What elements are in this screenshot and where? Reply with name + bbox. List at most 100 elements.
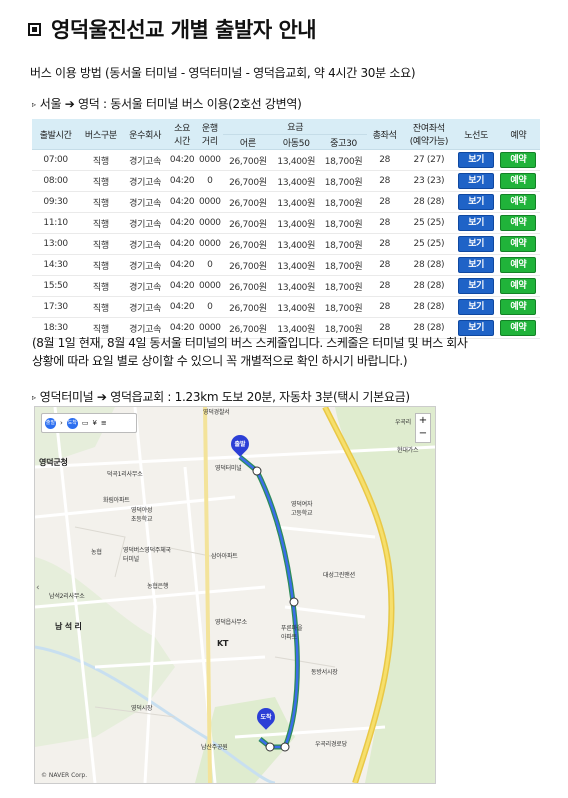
cell-reserve: 예약 bbox=[496, 170, 540, 192]
cell-child: 13,400원 bbox=[272, 191, 320, 213]
cell-reserve: 예약 bbox=[496, 212, 540, 234]
chevron-left-icon[interactable]: ‹ bbox=[36, 583, 40, 593]
route-seoul-yeongdeok-text: 서울 ➔ 영덕 : 동서울 터미널 버스 이용(2호선 강변역) bbox=[39, 97, 302, 111]
reserve-button[interactable]: 예약 bbox=[500, 236, 537, 252]
route-seoul-yeongdeok: ▹ 서울 ➔ 영덕 : 동서울 터미널 버스 이용(2호선 강변역) bbox=[32, 95, 302, 112]
reserve-button[interactable]: 예약 bbox=[500, 257, 537, 273]
cell-dist: 0000 bbox=[196, 191, 224, 213]
map-credit: © NAVER Corp. bbox=[41, 772, 88, 779]
cell-child: 13,400원 bbox=[272, 254, 320, 276]
cell-child: 13,400원 bbox=[272, 296, 320, 318]
cell-dist: 0000 bbox=[196, 149, 224, 171]
table-row: 07:00 직행 경기고속 04:20 0000 26,700원 13,400원 18,700… bbox=[32, 149, 540, 171]
reserve-button[interactable]: 예약 bbox=[500, 278, 537, 294]
cell-type: 직행 bbox=[79, 296, 123, 318]
cell-seats: 28 bbox=[367, 233, 403, 255]
view-route-button[interactable]: 보기 bbox=[458, 194, 495, 210]
view-route-button[interactable]: 보기 bbox=[458, 152, 495, 168]
square-bullet-icon bbox=[28, 22, 41, 36]
cell-dur: 04:20 bbox=[167, 254, 197, 276]
map-zoom-control[interactable]: + − bbox=[415, 413, 431, 443]
col-fare: 요금 bbox=[223, 119, 368, 135]
cell-seats: 28 bbox=[367, 296, 403, 318]
label-police: 영덕경찰서 bbox=[203, 409, 230, 416]
col-reserve: 예약 bbox=[496, 119, 540, 150]
label-prugen-apt: 푸른마을 아파트 bbox=[281, 625, 303, 641]
reserve-button[interactable]: 예약 bbox=[500, 215, 537, 231]
cell-type: 직행 bbox=[79, 254, 123, 276]
cell-type: 직행 bbox=[79, 275, 123, 297]
cell-seats: 28 bbox=[367, 212, 403, 234]
reserve-button[interactable]: 예약 bbox=[500, 194, 537, 210]
cell-company: 경기고속 bbox=[122, 170, 168, 192]
cell-reserve: 예약 bbox=[496, 296, 540, 318]
cell-routemap: 보기 bbox=[455, 212, 497, 234]
reserve-button[interactable]: 예약 bbox=[500, 299, 537, 315]
cell-time: 11:10 bbox=[32, 212, 80, 234]
schedule-note: (8월 1일 현재, 8월 4일 동서울 터미널의 버스 스케줄입니다. 스케줄… bbox=[32, 334, 542, 370]
label-nonghyup: 농협 bbox=[91, 549, 102, 556]
view-route-button[interactable]: 보기 bbox=[458, 236, 495, 252]
reserve-button[interactable]: 예약 bbox=[500, 152, 537, 168]
table-row: 17:30 직행 경기고속 04:20 0 26,700원 13,400원 18,700원 28… bbox=[32, 296, 540, 318]
cell-teen: 18,700원 bbox=[319, 296, 368, 318]
cell-seats: 28 bbox=[367, 191, 403, 213]
label-south-seokri: 남 석 리 bbox=[55, 622, 82, 631]
cell-routemap: 보기 bbox=[455, 149, 497, 171]
col-teen: 중고30 bbox=[319, 134, 368, 150]
cell-time: 09:30 bbox=[32, 191, 80, 213]
cell-seats: 28 bbox=[367, 170, 403, 192]
cell-adult: 26,700원 bbox=[223, 212, 273, 234]
cell-teen: 18,700원 bbox=[319, 170, 368, 192]
reserve-button[interactable]: 예약 bbox=[500, 173, 537, 189]
table-row: 11:10 직행 경기고속 04:20 0000 26,700원 13,400원 18,700… bbox=[32, 212, 540, 234]
cell-child: 13,400원 bbox=[272, 170, 320, 192]
col-duration: 소요 시간 bbox=[167, 119, 197, 150]
cell-adult: 26,700원 bbox=[223, 296, 273, 318]
view-route-button[interactable]: 보기 bbox=[458, 278, 495, 294]
bus-icon[interactable]: ▭ bbox=[82, 419, 89, 427]
col-routemap: 노선도 bbox=[455, 119, 497, 150]
label-terminal: 영덕터미널 bbox=[215, 465, 242, 472]
cell-time: 14:30 bbox=[32, 254, 80, 276]
cell-dur: 04:20 bbox=[167, 191, 197, 213]
cell-routemap: 보기 bbox=[455, 254, 497, 276]
end-marker[interactable]: 도착 bbox=[253, 704, 279, 730]
menu-icon[interactable]: ≡ bbox=[101, 419, 107, 427]
label-market: 영덕시장 bbox=[131, 705, 153, 712]
route-terminal-church: ▹ 영덕터미널 ➔ 영덕읍교회 : 1.23km 도보 20분, 자동차 3분(택… bbox=[32, 388, 410, 405]
label-namseok2ri: 남석2리사무소 bbox=[49, 593, 85, 600]
restaurant-icon[interactable]: ¥ bbox=[92, 419, 96, 427]
start-marker[interactable]: 출발 bbox=[227, 431, 253, 457]
label-daeseong: 대성그린맨션 bbox=[323, 572, 355, 579]
cell-dur: 04:20 bbox=[167, 149, 197, 171]
cell-teen: 18,700원 bbox=[319, 212, 368, 234]
label-girls-school: 영덕여자 고등학교 bbox=[291, 501, 313, 517]
cell-dur: 04:20 bbox=[167, 170, 197, 192]
view-route-button[interactable]: 보기 bbox=[458, 299, 495, 315]
schedule-note-line1: (8월 1일 현재, 8월 4일 동서울 터미널의 버스 스케줄입니다. 스케줄… bbox=[32, 336, 468, 350]
map-route-control[interactable]: 출발 › 도착 ▭ ¥ ≡ bbox=[41, 413, 137, 433]
triangle-bullet-icon: ▹ bbox=[32, 100, 36, 109]
cell-dist: 0000 bbox=[196, 233, 224, 255]
view-route-button[interactable]: 보기 bbox=[458, 215, 495, 231]
cell-routemap: 보기 bbox=[455, 170, 497, 192]
cell-adult: 26,700원 bbox=[223, 275, 273, 297]
col-depart: 출발시간 bbox=[32, 119, 80, 150]
label-village-office: 덕곡1리사무소 bbox=[107, 471, 143, 478]
view-route-button[interactable]: 보기 bbox=[458, 173, 495, 189]
view-route-button[interactable]: 보기 bbox=[458, 257, 495, 273]
label-hyundai-gas: 현대가스 bbox=[397, 447, 419, 454]
bus-schedule-table: 출발시간 버스구분 운수회사 소요 시간 운행 거리 요금 총좌석 잔여좌석 (예약가… bbox=[32, 119, 540, 339]
col-seats: 총좌석 bbox=[367, 119, 403, 150]
cell-teen: 18,700원 bbox=[319, 233, 368, 255]
cell-dur: 04:20 bbox=[167, 296, 197, 318]
cell-teen: 18,700원 bbox=[319, 191, 368, 213]
cell-time: 15:50 bbox=[32, 275, 80, 297]
cell-child: 13,400원 bbox=[272, 233, 320, 255]
route-map[interactable]: 출발 › 도착 ▭ ¥ ≡ + − ‹ 출발 도착 영덕군청 남 석 리 덕곡1리… bbox=[34, 406, 436, 784]
table-row: 08:00 직행 경기고속 04:20 0 26,700원 13,400원 18,700원 28… bbox=[32, 170, 540, 192]
cell-company: 경기고속 bbox=[122, 296, 168, 318]
cell-seats: 28 bbox=[367, 254, 403, 276]
label-kt: KT bbox=[217, 639, 229, 648]
